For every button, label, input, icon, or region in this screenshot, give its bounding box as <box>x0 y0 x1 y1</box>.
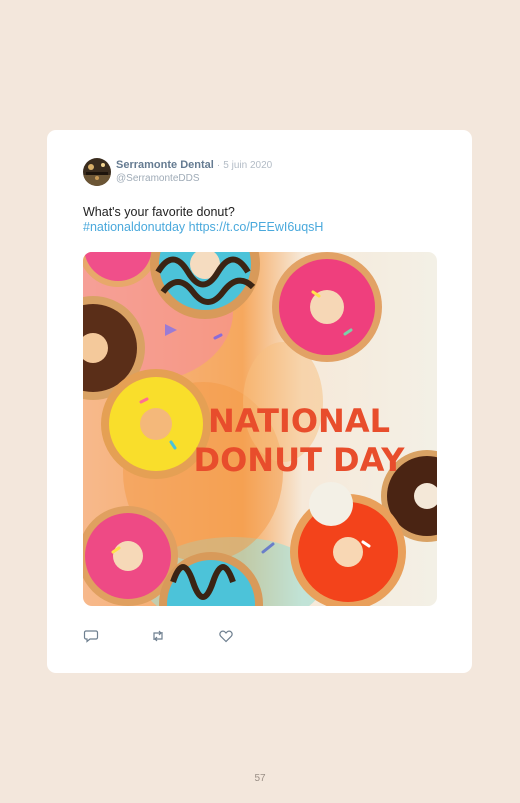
author-handle[interactable]: @SerramonteDDS <box>116 173 200 184</box>
hashtag-link[interactable]: #nationaldonutday <box>83 220 185 234</box>
image-headline-line2: DONUT DAY <box>194 441 406 479</box>
image-headline-line1: NATIONAL <box>208 402 390 440</box>
page-number: 57 <box>254 773 266 784</box>
avatar[interactable] <box>83 158 111 186</box>
retweet-icon[interactable] <box>150 628 166 644</box>
url-link[interactable]: https://t.co/PEEwI6uqsH <box>189 220 324 234</box>
tweet-card: Serramonte Dental · 5 juin 2020 @Serramo… <box>47 130 472 673</box>
tweet-image[interactable]: NATIONAL DONUT DAY <box>83 252 437 606</box>
tweet-body: What's your favorite donut? <box>83 205 235 219</box>
pink-donut-icon <box>272 252 382 362</box>
tweet-author-line: Serramonte Dental · 5 juin 2020 <box>116 159 272 171</box>
heart-icon[interactable] <box>218 628 234 644</box>
separator-dot: · <box>216 160 221 171</box>
author-name[interactable]: Serramonte Dental <box>116 159 214 171</box>
reply-icon[interactable] <box>83 628 99 644</box>
tweet-date[interactable]: 5 juin 2020 <box>223 160 272 171</box>
tweet-text: What's your favorite donut? #nationaldon… <box>83 205 443 235</box>
